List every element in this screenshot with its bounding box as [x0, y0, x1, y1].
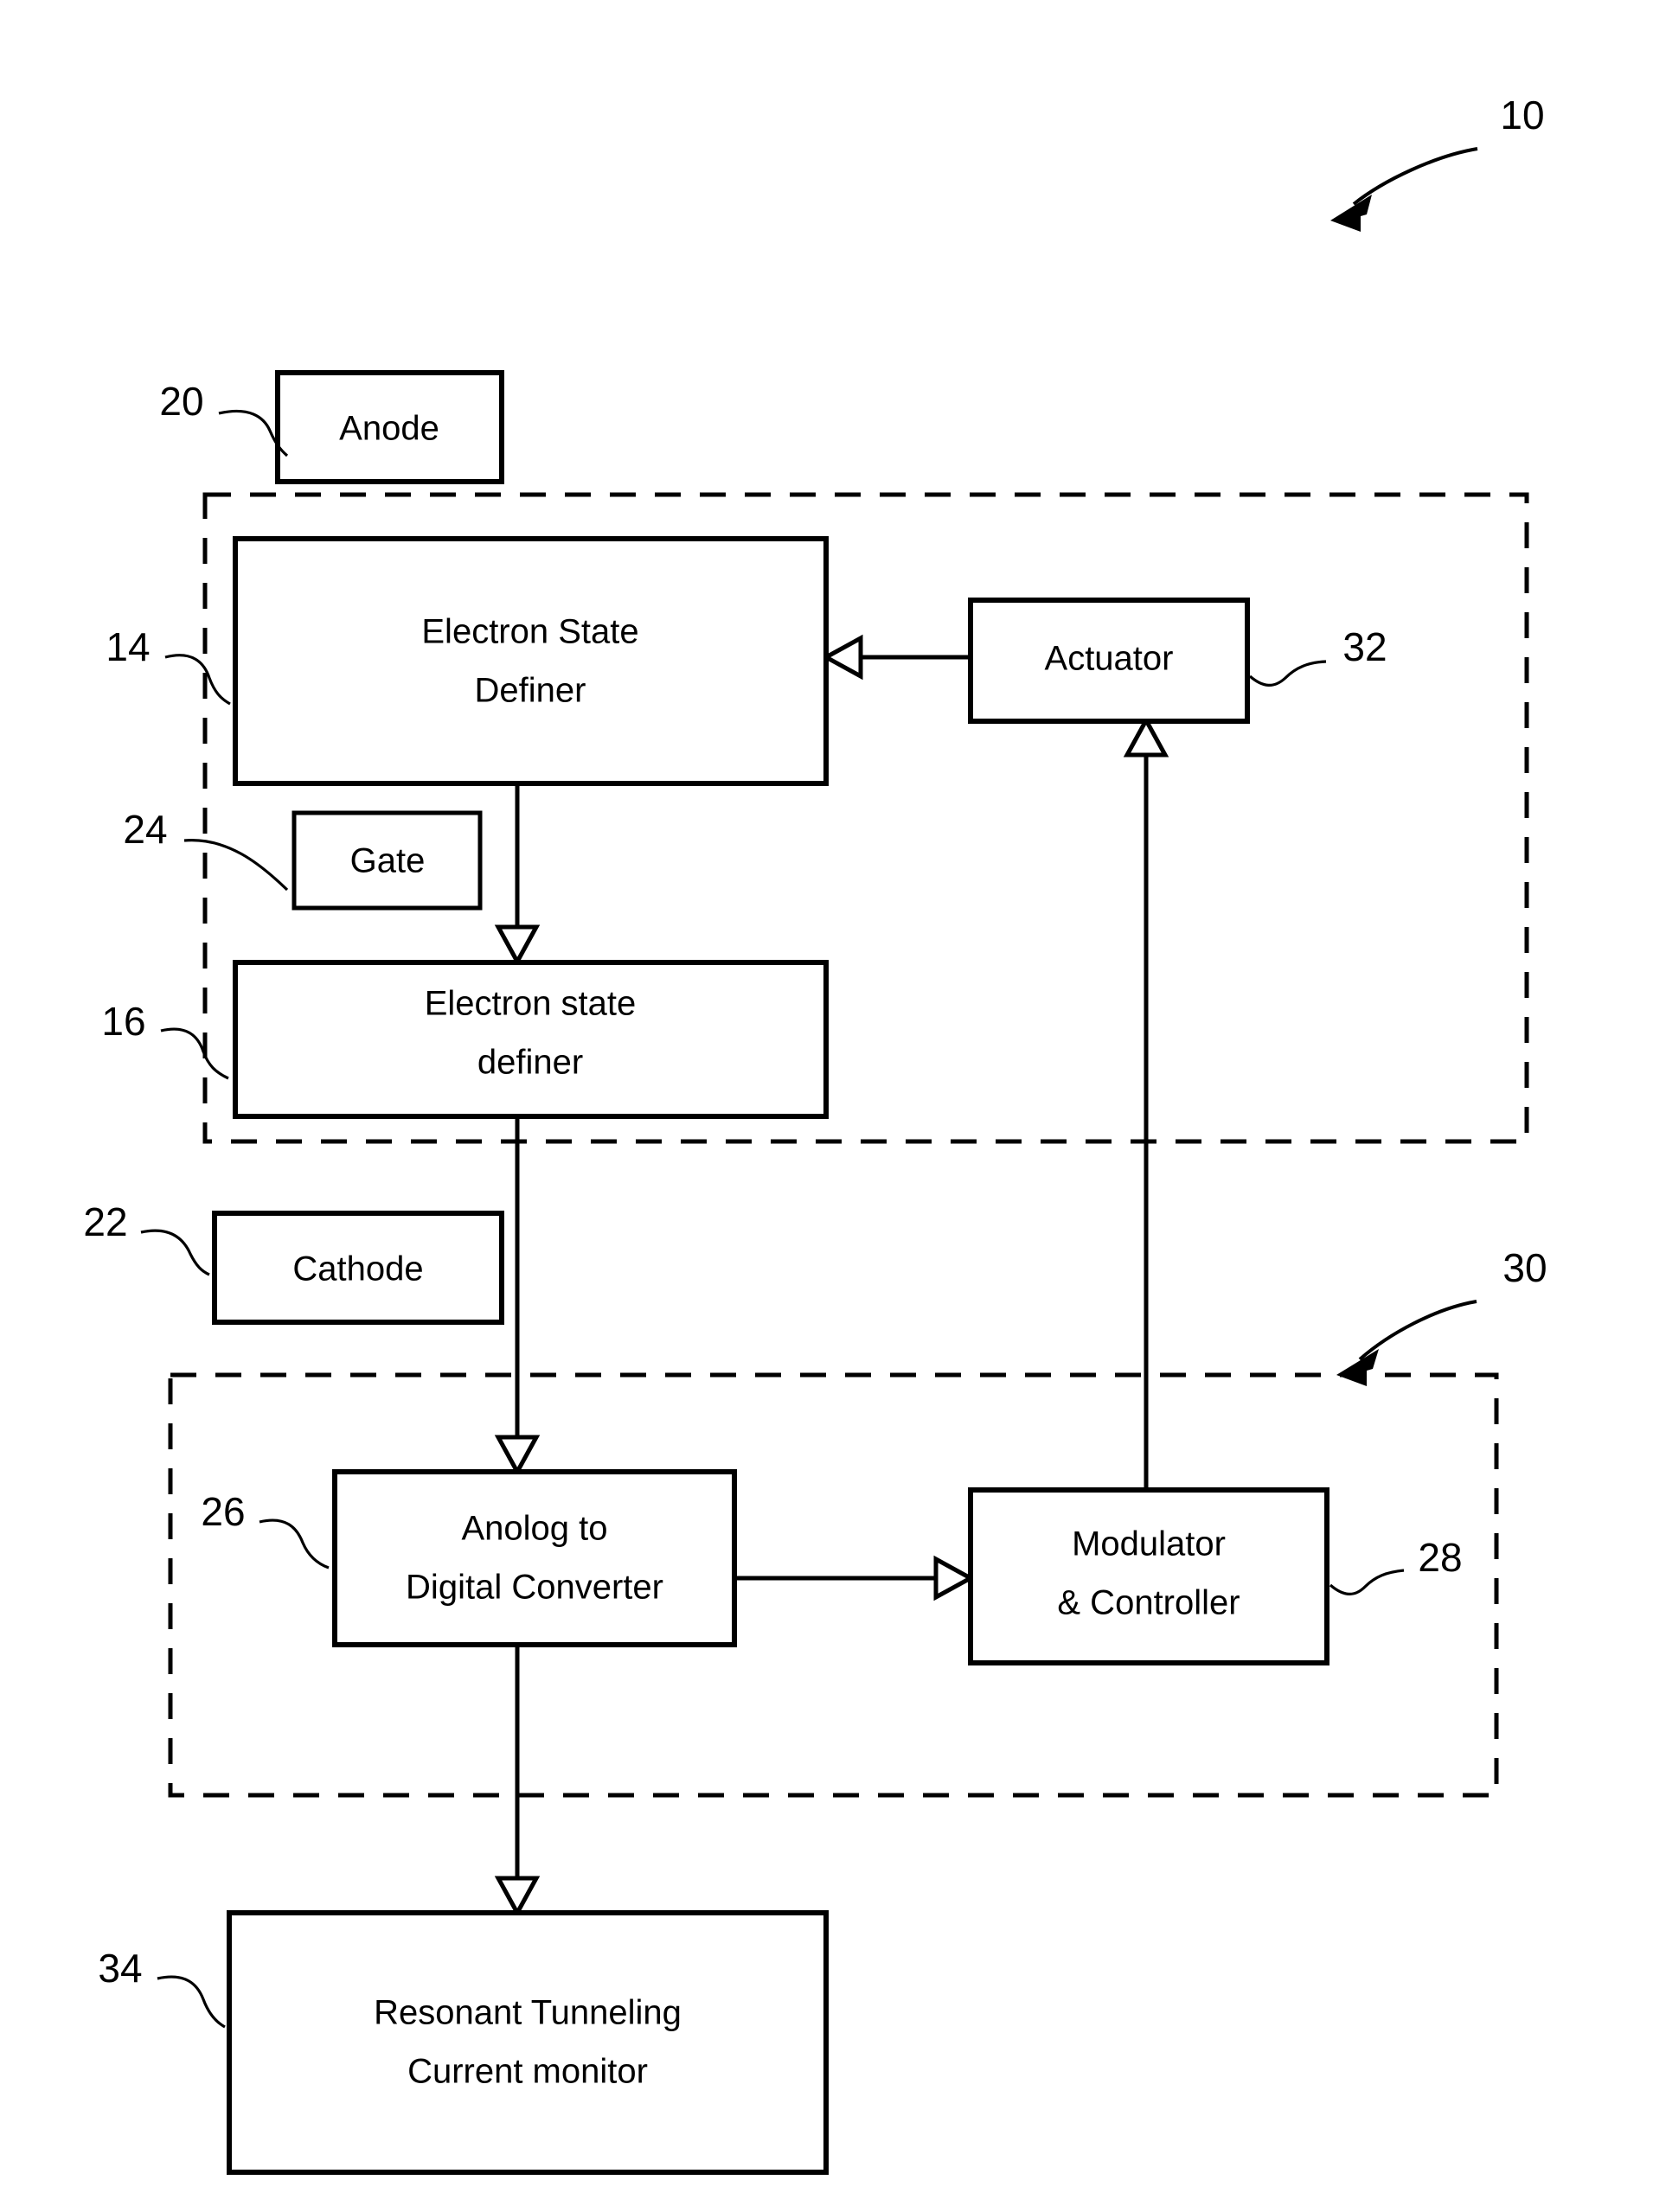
- block-esd14-label-line1: Electron State: [421, 613, 638, 651]
- block-actuator-label: Actuator: [1045, 640, 1174, 678]
- block-modulator-label-line2: & Controller: [1057, 1584, 1240, 1622]
- connector-adc-to-modulator: [735, 1555, 976, 1601]
- block-resonant-tunneling-current-monitor[interactable]: Resonant Tunneling Current monitor: [227, 1910, 829, 2175]
- block-anode-label: Anode: [339, 410, 439, 448]
- block-modulator-label-line1: Modulator: [1072, 1525, 1226, 1563]
- ref-number-16: 16: [101, 999, 145, 1044]
- ref-30-arrow-head: [1336, 1349, 1379, 1386]
- block-gate-label: Gate: [350, 842, 426, 880]
- ref-number-32: 32: [1342, 624, 1387, 669]
- connector-actuator-to-esd14: [821, 634, 971, 681]
- ref-34-leader-line: [157, 1975, 226, 2029]
- ref-26-callout: 26: [201, 1489, 330, 1569]
- ref-number-30: 30: [1502, 1245, 1547, 1290]
- block-electron-state-definer-14[interactable]: Electron State Definer: [233, 536, 829, 786]
- block-adc-box[interactable]: [332, 1469, 737, 1647]
- block-electron-state-definer-16[interactable]: Electron state definer: [233, 960, 829, 1119]
- ref-28-leader-line: [1329, 1569, 1405, 1595]
- ref-number-10: 10: [1500, 93, 1544, 137]
- ref-16-leader-line: [160, 1027, 229, 1080]
- block-adc-label-line2: Digital Converter: [406, 1569, 663, 1607]
- block-esd16-label-line1: Electron state: [425, 985, 637, 1023]
- block-analog-to-digital-converter[interactable]: Anolog to Digital Converter: [332, 1469, 737, 1647]
- patent-block-diagram: 10 30 Anode 20 Electron State Definer 14…: [83, 93, 1547, 2175]
- block-monitor-label-line1: Resonant Tunneling: [374, 1994, 682, 2032]
- arrowhead-down: [494, 1876, 541, 1918]
- ref-number-34: 34: [98, 1946, 142, 1991]
- block-cathode-label: Cathode: [292, 1250, 423, 1288]
- ref-number-28: 28: [1418, 1535, 1462, 1580]
- ref-14-leader-line: [164, 654, 231, 706]
- block-esd14-box[interactable]: [233, 536, 829, 786]
- ref-20-callout: 20: [159, 379, 289, 457]
- overall-ref-10-callout: 10: [1330, 93, 1545, 232]
- ref-22-leader-line: [140, 1229, 210, 1276]
- block-modulator-box[interactable]: [968, 1487, 1329, 1665]
- block-esd16-label-line2: definer: [477, 1044, 583, 1082]
- block-monitor-label-line2: Current monitor: [407, 2053, 648, 2091]
- ref-32-callout: 32: [1248, 624, 1387, 687]
- block-gate[interactable]: Gate: [292, 810, 483, 911]
- ref-26-leader-line: [259, 1518, 330, 1569]
- ref-24-leader-line: [183, 839, 289, 892]
- ref-10-arrow-head: [1330, 195, 1372, 232]
- arrowhead-up: [1123, 715, 1169, 758]
- block-modulator-controller[interactable]: Modulator & Controller: [968, 1487, 1329, 1665]
- ref-32-leader-line: [1248, 660, 1327, 687]
- ref-number-22: 22: [83, 1199, 127, 1244]
- block-anode[interactable]: Anode: [275, 370, 504, 484]
- block-actuator[interactable]: Actuator: [968, 598, 1250, 724]
- block-esd14-label-line2: Definer: [475, 672, 586, 710]
- arrowhead-left: [821, 634, 863, 681]
- ref-14-callout: 14: [106, 624, 231, 706]
- ref-16-callout: 16: [101, 999, 229, 1080]
- arrowhead-right: [933, 1555, 976, 1601]
- ref-34-callout: 34: [98, 1946, 226, 2029]
- block-monitor-box[interactable]: [227, 1910, 829, 2175]
- group-ref-30-callout: 30: [1336, 1245, 1547, 1386]
- connector-esd14-to-esd16: [494, 783, 541, 967]
- ref-28-callout: 28: [1329, 1535, 1463, 1595]
- block-cathode[interactable]: Cathode: [212, 1211, 504, 1325]
- ref-number-26: 26: [201, 1489, 245, 1534]
- ref-number-14: 14: [106, 624, 150, 669]
- ref-10-arrow-line: [1352, 147, 1478, 206]
- ref-22-callout: 22: [83, 1199, 210, 1276]
- connector-adc-to-monitor: [494, 1645, 541, 1918]
- arrowhead-down: [494, 1435, 541, 1477]
- ref-number-24: 24: [123, 807, 167, 852]
- block-adc-label-line1: Anolog to: [461, 1510, 607, 1548]
- patent-figure-root: 10 30 Anode 20 Electron State Definer 14…: [0, 0, 1653, 2212]
- ref-number-20: 20: [159, 379, 203, 424]
- arrowhead-down: [494, 924, 541, 967]
